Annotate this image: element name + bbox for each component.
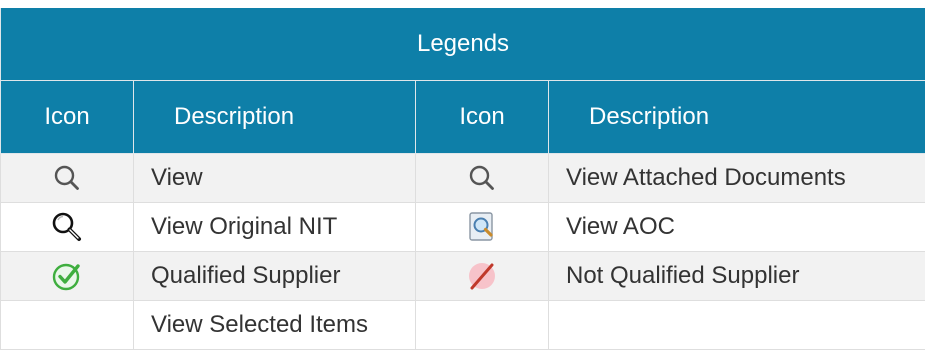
icon-cell [416,203,549,252]
magnifier-icon [50,161,84,195]
icon-cell [416,154,549,203]
magnifier-icon [465,161,499,195]
table-row: View Selected Items [1,301,925,350]
check-circle-icon [50,259,84,293]
table-row: View Original NIT View AOC [1,203,925,252]
description-cell: View Attached Documents [549,154,925,203]
description-cell: View Original NIT [134,203,416,252]
description-cell: Qualified Supplier [134,252,416,301]
legends-table: Legends Icon Description Icon Descriptio… [0,8,925,350]
document-preview-icon [465,210,499,244]
description-cell: View [134,154,416,203]
icon-cell [1,154,134,203]
icon-cell [1,203,134,252]
column-header-icon-1: Icon [1,81,134,154]
magnifying-glass-icon [50,210,84,244]
table-row: Qualified Supplier Not Qualified Supplie… [1,252,925,301]
icon-cell [1,301,134,350]
description-cell: Not Qualified Supplier [549,252,925,301]
description-cell: View AOC [549,203,925,252]
icon-cell [416,301,549,350]
table-row: View View Attached Documents [1,154,925,203]
legends-title: Legends [1,8,925,81]
icon-cell [416,252,549,301]
column-header-row: Icon Description Icon Description [1,81,925,154]
description-cell: View Selected Items [134,301,416,350]
legends-title-row: Legends [1,8,925,81]
not-allowed-icon [465,259,499,293]
column-header-description-2: Description [549,81,925,154]
column-header-description-1: Description [134,81,416,154]
description-cell [549,301,925,350]
column-header-icon-2: Icon [416,81,549,154]
icon-cell [1,252,134,301]
